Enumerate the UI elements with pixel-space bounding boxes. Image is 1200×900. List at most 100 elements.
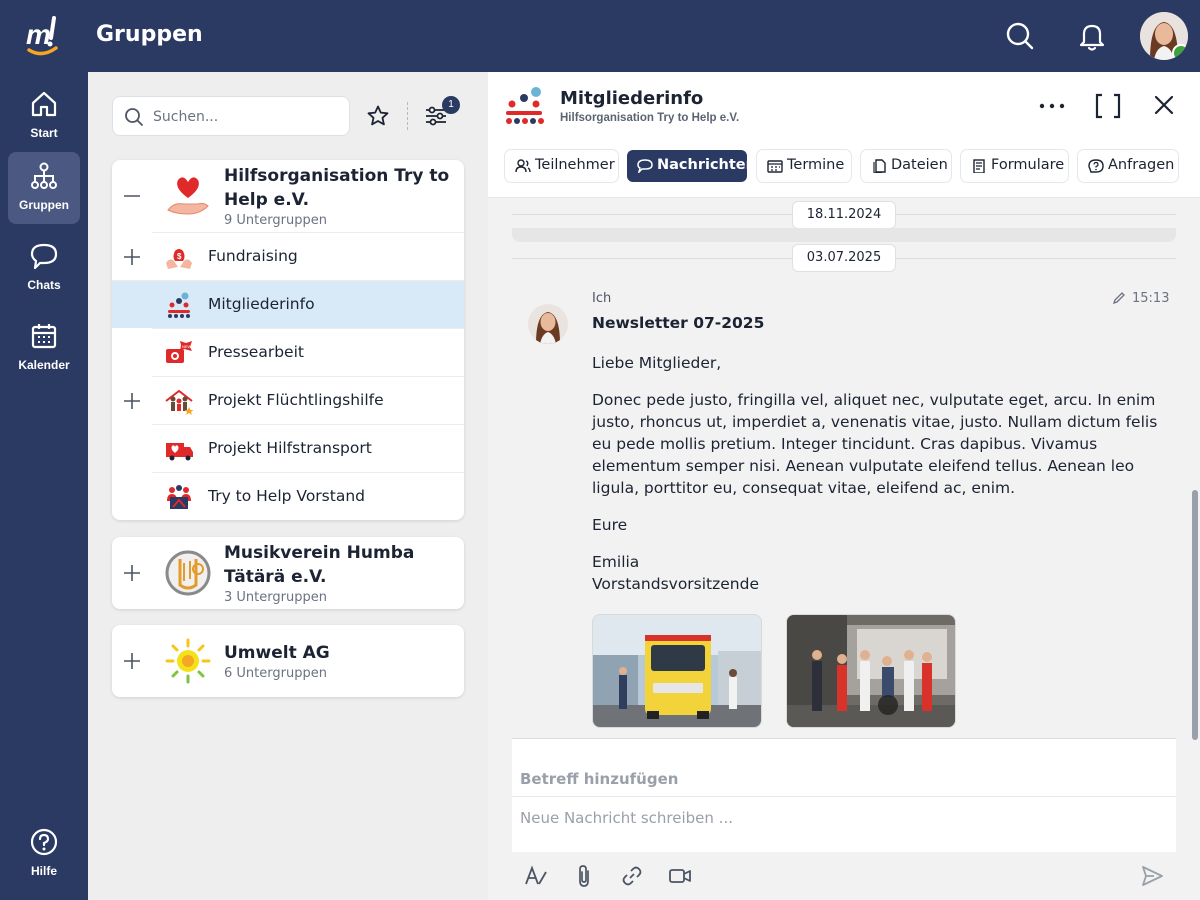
author-photo	[528, 304, 568, 344]
svg-text:NEWS: NEWS	[182, 344, 194, 349]
volunteers-photo	[787, 615, 955, 727]
tab-teilnehmer[interactable]: Teilnehmer	[505, 150, 618, 182]
group-name: Hilfsorganisation Try to Help e.V.	[224, 166, 450, 210]
subgroup-row[interactable]: Try to Help Vorstand	[152, 472, 464, 520]
attachment-paperclip-icon[interactable]	[572, 864, 596, 888]
favorites-star-icon[interactable]	[366, 104, 390, 128]
search-icon[interactable]	[1004, 20, 1036, 52]
scrollbar-thumb[interactable]	[1192, 490, 1198, 740]
group-detail-panel: Mitgliederinfo Hilfsorganisation Try to …	[488, 72, 1200, 900]
expand-plus-icon[interactable]	[122, 247, 142, 267]
subgroup-count: 6 Untergruppen	[224, 666, 327, 681]
tab-dateien[interactable]: Dateien	[861, 150, 951, 182]
subgroup-name: Projekt Hilfstransport	[208, 439, 372, 457]
hierarchy-icon	[31, 162, 57, 189]
subgroup-row[interactable]: NEWS Pressearbeit	[152, 328, 464, 376]
nav-chats[interactable]: Chats	[8, 232, 80, 304]
signature-role: Vorstandsvorsitzende	[592, 575, 760, 593]
group-header[interactable]: Umwelt AG 6 Untergruppen	[112, 625, 464, 697]
group-logo-heart-hand	[167, 177, 209, 215]
group-card: Umwelt AG 6 Untergruppen	[112, 625, 464, 697]
message-author-avatar[interactable]	[528, 304, 568, 344]
files-icon	[873, 159, 886, 173]
tab-label: Anfragen	[1108, 157, 1175, 173]
tab-label: Formulare	[991, 157, 1065, 173]
nav-kalender-label: Kalender	[18, 358, 70, 372]
nav-rail: Start Gruppen Chats Kalender Hilfe	[0, 72, 88, 900]
expand-plus-icon[interactable]	[122, 563, 142, 583]
message-paragraph: Donec pede justo, fringilla vel, aliquet…	[592, 391, 1158, 497]
chat-bubble-icon	[30, 243, 58, 270]
attachment-image-volunteers[interactable]	[786, 614, 956, 728]
app-logo[interactable]: m	[24, 14, 64, 58]
groups-panel: 1 Hilfsorganisation Try to Help e.V. 9 U…	[88, 72, 488, 900]
subject-input[interactable]	[512, 761, 1176, 797]
tab-nachrichten[interactable]: Nachrichten	[627, 150, 756, 182]
send-icon[interactable]	[1140, 864, 1164, 888]
top-bar: m Gruppen	[0, 0, 1200, 72]
close-icon[interactable]	[1148, 92, 1180, 120]
detail-subtitle: Hilfsorganisation Try to Help e.V.	[560, 112, 740, 124]
user-avatar[interactable]	[1140, 12, 1188, 60]
more-options-icon[interactable]	[1036, 92, 1068, 120]
search-box[interactable]	[112, 96, 350, 136]
expand-plus-icon[interactable]	[122, 391, 142, 411]
text-format-icon[interactable]	[524, 864, 548, 888]
message-composer	[512, 738, 1176, 852]
ambulance-photo	[593, 615, 761, 727]
tab-formulare[interactable]: Formulare	[961, 150, 1068, 182]
message-closing: Eure	[592, 516, 628, 534]
subgroup-row[interactable]: Projekt Hilfstransport	[152, 424, 464, 472]
group-logo-music	[165, 550, 211, 596]
nav-gruppen[interactable]: Gruppen	[8, 152, 80, 224]
group-name: Umwelt AG	[224, 643, 330, 663]
online-status-icon	[1172, 44, 1188, 60]
search-input[interactable]	[153, 105, 338, 129]
bell-icon[interactable]	[1076, 20, 1108, 52]
expand-plus-icon[interactable]	[122, 651, 142, 671]
group-header[interactable]: Musikverein Humba Tätärä e.V. 3 Untergru…	[112, 537, 464, 609]
message-input[interactable]	[512, 801, 1176, 851]
subgroup-row[interactable]: Projekt Flüchtlingshilfe	[124, 376, 464, 424]
members-info-icon	[506, 87, 544, 124]
tab-label: Termine	[787, 157, 845, 173]
group-header[interactable]: Hilfsorganisation Try to Help e.V. 9 Unt…	[112, 160, 464, 232]
detail-title: Mitgliederinfo	[560, 88, 704, 109]
link-icon[interactable]	[620, 864, 644, 888]
video-icon[interactable]	[668, 864, 692, 888]
nav-start[interactable]: Start	[8, 80, 80, 152]
help-icon	[30, 828, 58, 856]
message-scrollbar[interactable]	[1192, 200, 1198, 740]
tab-label: Dateien	[891, 157, 948, 173]
tab-termine[interactable]: Termine	[757, 150, 851, 182]
refugee-aid-icon	[165, 389, 194, 415]
svg-text:m: m	[26, 19, 51, 50]
aid-transport-truck-icon	[166, 443, 193, 461]
subgroup-name: Mitgliederinfo	[208, 295, 315, 313]
attachment-image-ambulance[interactable]	[592, 614, 762, 728]
edit-pencil-icon[interactable]	[1112, 291, 1126, 305]
detail-header: Mitgliederinfo Hilfsorganisation Try to …	[488, 72, 1200, 198]
signature-name: Emilia	[592, 553, 640, 571]
question-icon	[1088, 159, 1104, 173]
board-people-icon	[167, 485, 191, 509]
subgroup-name: Pressearbeit	[208, 343, 304, 361]
collapse-minus-icon[interactable]	[122, 186, 142, 206]
tab-anfragen[interactable]: Anfragen	[1078, 150, 1178, 182]
subgroup-row-active[interactable]: Mitgliederinfo	[112, 280, 464, 328]
nav-kalender[interactable]: Kalender	[8, 312, 80, 384]
toolbar-divider	[407, 102, 408, 130]
nav-hilfe[interactable]: Hilfe	[8, 818, 80, 890]
previous-message-stub	[512, 228, 1176, 242]
tab-label: Nachrichten	[657, 157, 756, 173]
date-separator: 03.07.2025	[792, 244, 896, 272]
nav-gruppen-label: Gruppen	[19, 198, 69, 212]
fullscreen-icon[interactable]	[1092, 92, 1124, 120]
page-title: Gruppen	[96, 22, 203, 47]
calendar-icon	[767, 160, 783, 173]
message-author: Ich	[592, 291, 612, 306]
subgroup-row[interactable]: $ Fundraising	[124, 232, 464, 280]
members-info-icon	[168, 292, 190, 318]
nav-chats-label: Chats	[27, 278, 61, 292]
subgroup-name: Try to Help Vorstand	[208, 487, 365, 505]
